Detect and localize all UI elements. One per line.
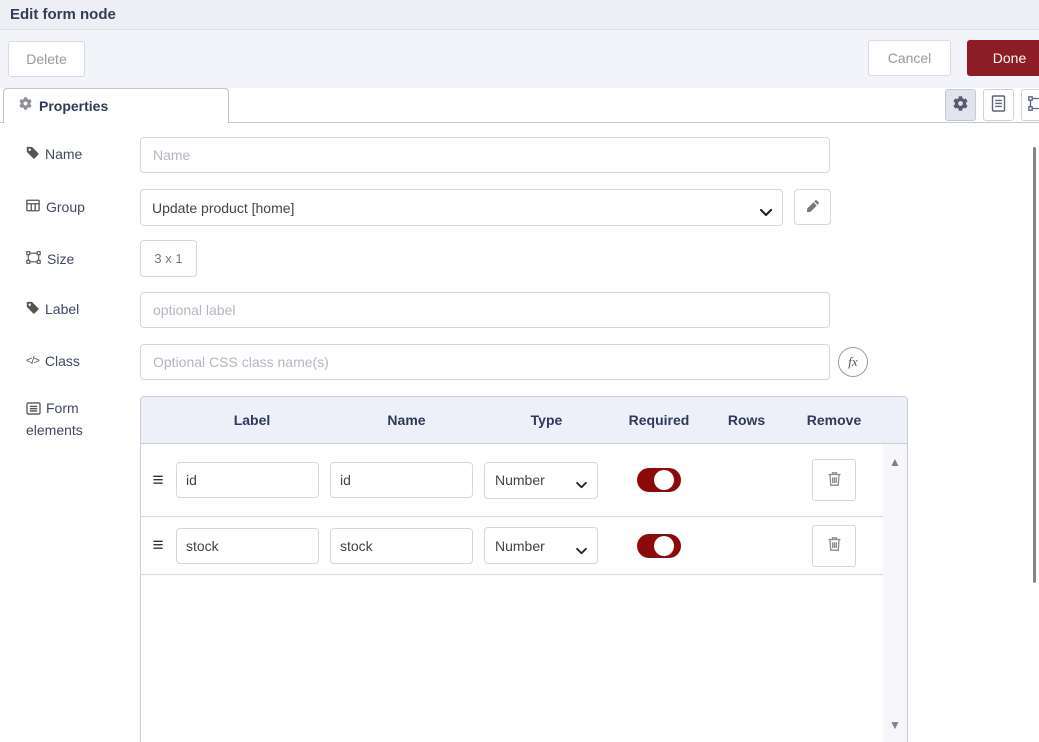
delete-button[interactable]: Delete xyxy=(8,41,85,77)
element-type-select-wrap: Number xyxy=(484,462,598,499)
table-icon xyxy=(26,199,40,215)
appearance-tab-button[interactable] xyxy=(1021,89,1039,121)
table-scrollbar[interactable]: ▲ ▼ xyxy=(883,444,907,742)
element-type-select[interactable]: Number xyxy=(484,527,598,564)
column-header-required: Required xyxy=(609,412,709,428)
element-name-input[interactable] xyxy=(330,528,473,564)
class-input[interactable] xyxy=(140,344,830,380)
size-field-label: Size xyxy=(26,251,74,267)
column-header-remove: Remove xyxy=(784,412,884,428)
form-elements-table-header: Label Name Type Required Rows Remove xyxy=(141,397,907,444)
trash-icon xyxy=(827,471,842,490)
object-group-icon xyxy=(26,251,41,267)
fx-button[interactable]: fx xyxy=(838,347,868,377)
label-field-label: Label xyxy=(26,301,79,317)
done-button[interactable]: Done xyxy=(967,40,1039,76)
dialog-header: Edit form node xyxy=(0,0,1039,30)
description-tab-button[interactable] xyxy=(983,89,1014,121)
group-field-label: Group xyxy=(26,199,85,215)
window-scrollbar-thumb[interactable] xyxy=(1033,147,1036,583)
page-title: Edit form node xyxy=(10,6,116,23)
gear-icon xyxy=(19,97,32,115)
list-alt-icon xyxy=(26,400,46,416)
scroll-down-icon[interactable]: ▼ xyxy=(883,719,907,731)
required-toggle[interactable] xyxy=(637,534,681,558)
size-button[interactable]: 3 x 1 xyxy=(140,240,197,277)
edit-group-button[interactable] xyxy=(794,189,831,225)
trash-icon xyxy=(827,536,842,555)
element-label-input[interactable] xyxy=(176,462,319,498)
remove-row-button[interactable] xyxy=(812,459,856,501)
element-name-input[interactable] xyxy=(330,462,473,498)
class-field-label: </> Class xyxy=(26,353,80,369)
form-elements-field-label: Form elements xyxy=(26,397,130,441)
column-header-rows: Rows xyxy=(709,412,784,428)
dialog-button-bar: Delete Cancel Done xyxy=(0,30,1039,88)
scroll-up-icon[interactable]: ▲ xyxy=(883,456,907,468)
tab-properties[interactable]: Properties xyxy=(3,88,229,123)
remove-row-button[interactable] xyxy=(812,525,856,567)
drag-handle-icon[interactable]: ≡ xyxy=(141,536,175,555)
edit-form-node-dialog: Edit form node Delete Cancel Done Proper… xyxy=(0,0,1039,742)
form-elements-rows: ≡ Number xyxy=(141,444,883,742)
table-row: ≡ Number xyxy=(141,444,883,517)
label-input[interactable] xyxy=(140,292,830,328)
table-row: ≡ Number xyxy=(141,517,883,575)
document-icon xyxy=(991,95,1006,115)
tab-properties-label: Properties xyxy=(39,98,108,114)
name-field-label: Name xyxy=(26,146,82,162)
tag-icon xyxy=(26,146,39,162)
properties-tab-button[interactable] xyxy=(945,89,976,121)
column-header-name: Name xyxy=(329,412,484,428)
gear-icon xyxy=(953,96,968,114)
appearance-icon xyxy=(1028,96,1039,114)
tab-bar: Properties xyxy=(0,88,1039,123)
required-toggle[interactable] xyxy=(637,468,681,492)
tag-icon xyxy=(26,301,39,317)
group-select[interactable]: Update product [home] xyxy=(140,189,783,226)
form-elements-table: Label Name Type Required Rows Remove ≡ N… xyxy=(140,396,908,742)
element-type-select-wrap: Number xyxy=(484,527,598,564)
element-label-input[interactable] xyxy=(176,528,319,564)
name-input[interactable] xyxy=(140,137,830,173)
code-icon: </> xyxy=(26,355,39,367)
group-select-wrap: Update product [home] xyxy=(140,189,783,226)
element-type-select[interactable]: Number xyxy=(484,462,598,499)
cancel-button[interactable]: Cancel xyxy=(868,40,951,76)
drag-handle-icon[interactable]: ≡ xyxy=(141,471,175,490)
pencil-icon xyxy=(806,199,820,216)
column-header-label: Label xyxy=(175,412,329,428)
column-header-type: Type xyxy=(484,412,609,428)
